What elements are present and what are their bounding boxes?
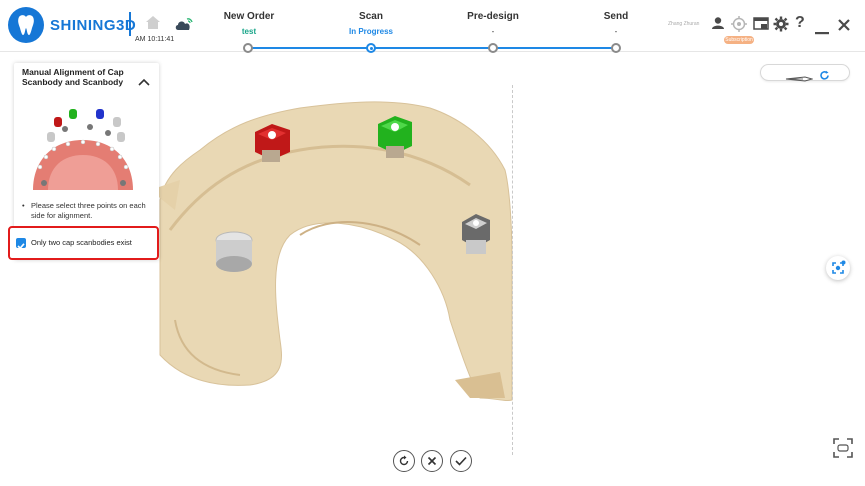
only-two-caps-checkbox[interactable] — [16, 238, 26, 250]
mini-scanbody-grey — [117, 132, 125, 142]
pen-icon[interactable] — [785, 70, 814, 88]
panel-title: Manual Alignment of Cap Scanbody and Sca… — [22, 67, 124, 87]
undo-icon — [399, 455, 409, 466]
scan-frame-icon[interactable] — [832, 437, 854, 464]
checkbox-label: Only two cap scanbodies exist — [31, 238, 132, 247]
only-two-caps-option[interactable]: Only two cap scanbodies exist — [8, 226, 159, 260]
cancel-icon — [427, 456, 437, 466]
confirm-button[interactable] — [450, 450, 472, 472]
confirm-icon — [455, 456, 467, 466]
mini-scanbody-grey — [47, 132, 55, 142]
app-window: SHINING3D AM 10:11:41 New Order test Sca… — [0, 0, 865, 486]
mini-scanbody-grey — [113, 117, 121, 127]
scanbody-right[interactable] — [462, 214, 490, 254]
arch-diagram-icon — [33, 109, 133, 190]
undo-button[interactable] — [393, 450, 415, 472]
cap-scanbody-left[interactable] — [215, 231, 253, 272]
instruction-text: • Please select three points on each sid… — [22, 201, 146, 220]
focus-view-button[interactable] — [826, 256, 850, 280]
tool-toggle[interactable] — [760, 64, 850, 82]
cancel-button[interactable] — [421, 450, 443, 472]
mini-scanbody-red — [54, 117, 62, 127]
mini-scanbody-blue — [96, 109, 104, 119]
split-divider — [512, 85, 513, 455]
focus-frame-icon — [832, 260, 846, 274]
chevron-up-icon[interactable] — [138, 73, 150, 91]
mini-scanbody-green — [69, 109, 77, 119]
refresh-icon[interactable] — [819, 68, 830, 86]
